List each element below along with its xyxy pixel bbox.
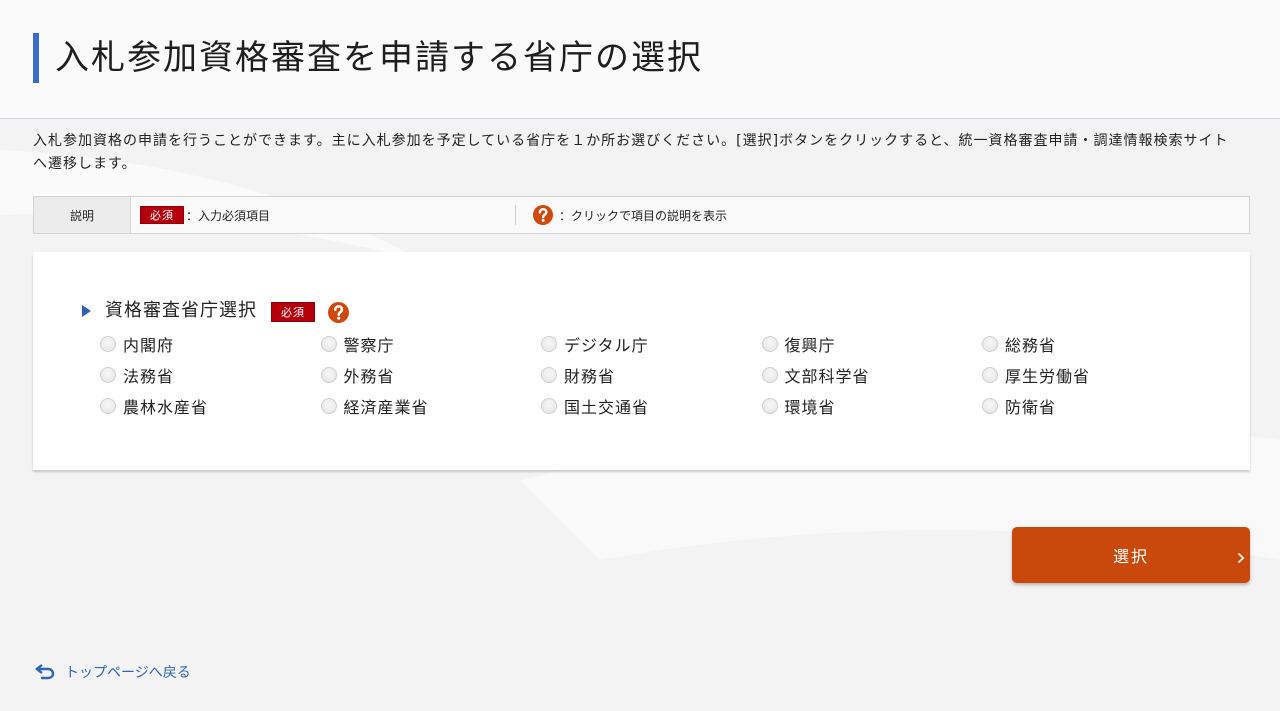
radio-button[interactable] — [100, 397, 116, 414]
radio-label: 総務省 — [1005, 335, 1057, 355]
radio-option-education-science[interactable]: 文部科学省 — [761, 359, 983, 390]
radio-label: 復興庁 — [784, 335, 836, 355]
radio-option-economy-trade[interactable]: 経済産業省 — [320, 390, 542, 421]
page-title: 入札参加資格審査を申請する省庁の選択 — [55, 38, 703, 78]
radio-label: 文部科学省 — [784, 366, 870, 386]
required-badge: 必須 — [140, 206, 184, 224]
radio-label: 警察庁 — [343, 335, 395, 355]
radio-label: 外務省 — [343, 366, 395, 386]
radio-option-environment[interactable]: 環境省 — [761, 390, 983, 421]
radio-option-agriculture[interactable]: 農林水産省 — [100, 390, 321, 421]
radio-button[interactable] — [100, 366, 116, 383]
back-to-top-link[interactable]: トップページへ戻る — [35, 662, 191, 682]
radio-button[interactable] — [541, 335, 557, 352]
radio-label: 厚生労働省 — [1005, 366, 1091, 386]
radio-button[interactable] — [761, 335, 778, 352]
select-button[interactable]: 選択 — [1012, 527, 1250, 583]
radio-button[interactable] — [541, 397, 557, 414]
ministry-selection-card: 資格審査省庁選択 必須 内閣府 警察庁 デジタル庁 復興庁 総務省 法務省 外務… — [33, 252, 1250, 470]
section-label: 資格審査省庁選択 — [105, 300, 257, 321]
radio-option-foreign-affairs[interactable]: 外務省 — [320, 359, 542, 390]
radio-option-finance[interactable]: 財務省 — [541, 359, 762, 390]
radio-label: デジタル庁 — [564, 335, 649, 355]
page-header: 入札参加資格審査を申請する省庁の選択 — [0, 0, 1280, 119]
intro-text: 入札参加資格の申請を行うことができます。主に入札参加を予定している省庁を１か所お… — [33, 133, 1229, 172]
triangle-right-icon — [82, 305, 91, 317]
radio-option-justice[interactable]: 法務省 — [100, 359, 321, 390]
radio-button[interactable] — [541, 366, 557, 383]
radio-label: 環境省 — [784, 397, 836, 417]
help-icon — [533, 205, 553, 225]
legend-help-text: ：クリックで項目の説明を表示 — [559, 208, 728, 223]
radio-label: 内閣府 — [123, 335, 175, 355]
back-link-label: トップページへ戻る — [65, 665, 191, 681]
radio-button[interactable] — [982, 335, 998, 352]
radio-label: 農林水産省 — [123, 397, 209, 417]
chevron-right-icon — [1237, 552, 1245, 564]
radio-label: 法務省 — [123, 366, 175, 386]
legend-help: ：クリックで項目の説明を表示 — [516, 197, 727, 233]
radio-option-reconstruction-agency[interactable]: 復興庁 — [761, 328, 983, 359]
radio-option-police-agency[interactable]: 警察庁 — [320, 328, 542, 359]
select-button-label: 選択 — [1112, 547, 1149, 566]
radio-button[interactable] — [982, 397, 998, 414]
radio-button[interactable] — [100, 335, 116, 352]
radio-option-cabinet-office[interactable]: 内閣府 — [100, 328, 321, 359]
required-badge: 必須 — [271, 302, 315, 322]
radio-button[interactable] — [761, 366, 778, 383]
title-accent-bar — [33, 33, 39, 83]
radio-label: 国土交通省 — [564, 397, 650, 417]
legend-label: 説明 — [34, 197, 131, 233]
radio-button[interactable] — [761, 397, 778, 414]
ministry-radio-group: 内閣府 警察庁 デジタル庁 復興庁 総務省 法務省 外務省 財務省 文部科学省 … — [100, 328, 1203, 421]
radio-option-internal-affairs[interactable]: 総務省 — [982, 328, 1203, 359]
legend-box: 説明 必須 ：入力必須項目 ：クリックで項目の説明を表示 — [33, 196, 1250, 234]
radio-option-health-labour[interactable]: 厚生労働省 — [982, 359, 1203, 390]
radio-label: 防衛省 — [1005, 397, 1057, 417]
radio-label: 経済産業省 — [343, 397, 429, 417]
help-icon[interactable] — [328, 302, 349, 323]
radio-button[interactable] — [320, 335, 337, 352]
radio-option-digital-agency[interactable]: デジタル庁 — [541, 328, 762, 359]
legend-required-text: ：入力必須項目 — [186, 208, 271, 223]
radio-button[interactable] — [320, 366, 337, 383]
radio-button[interactable] — [982, 366, 998, 383]
radio-button[interactable] — [320, 397, 337, 414]
legend-required: 必須 ：入力必須項目 — [131, 197, 515, 233]
return-arrow-icon — [35, 664, 55, 680]
radio-option-land-transport[interactable]: 国土交通省 — [541, 390, 762, 421]
radio-label: 財務省 — [564, 366, 616, 386]
radio-option-defense[interactable]: 防衛省 — [982, 390, 1203, 421]
